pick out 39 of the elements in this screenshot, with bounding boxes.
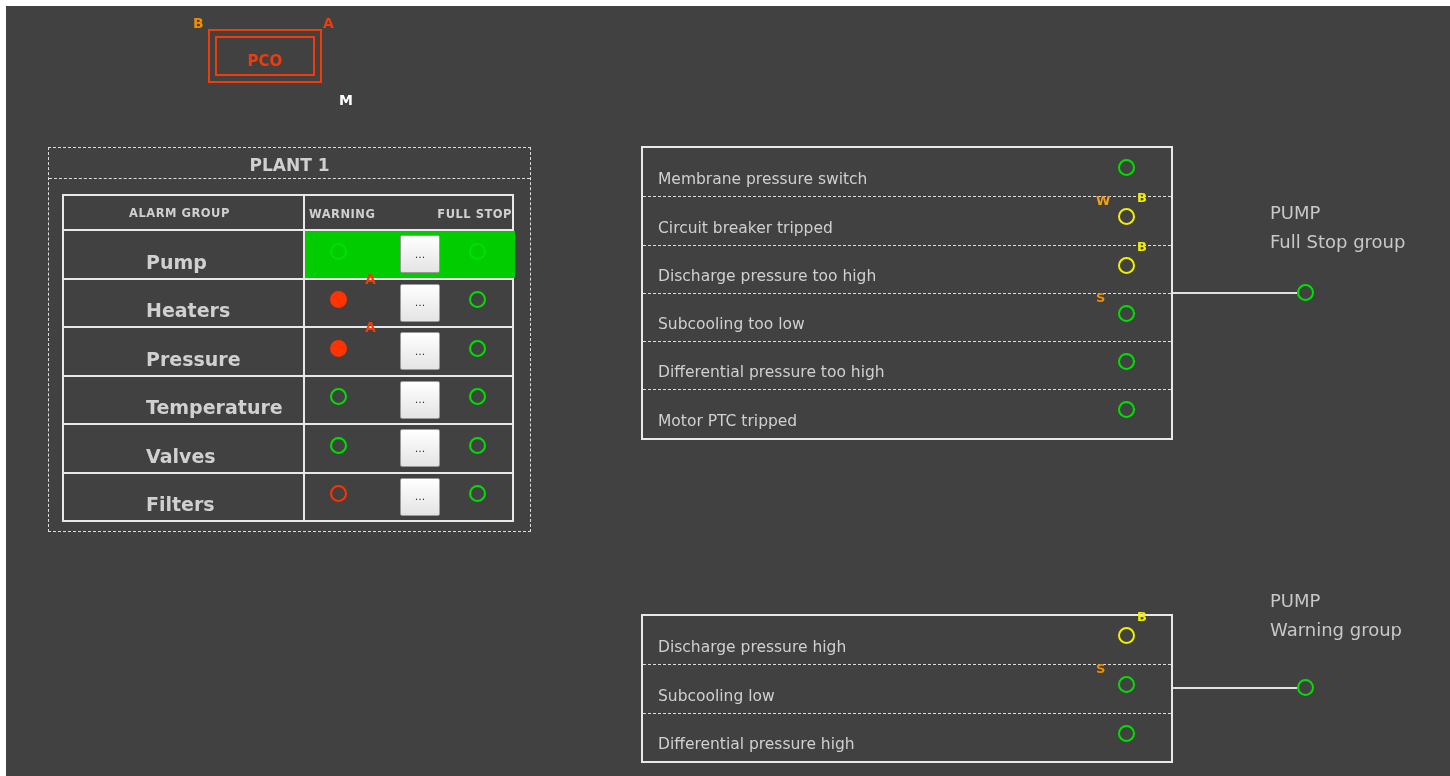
status-letter: S — [1096, 662, 1106, 676]
status-cell[interactable]: ... — [305, 376, 515, 423]
group-name: Heaters — [145, 299, 231, 323]
more-button[interactable]: ... — [400, 477, 440, 516]
column-header: ALARM GROUP — [129, 205, 230, 220]
alarm-label: Subcooling low — [657, 686, 775, 707]
more-button[interactable]: ... — [400, 429, 440, 468]
panel-title: PLANT 1 — [49, 148, 530, 179]
group-name: Pressure — [145, 347, 241, 372]
more-button[interactable]: ... — [400, 332, 440, 371]
group-title: Warning group — [1270, 619, 1402, 640]
group-name: Valves — [145, 444, 216, 469]
column-header: FULL STOP — [437, 207, 512, 221]
alarm-label: Membrane pressure switch — [657, 170, 868, 191]
alarm-label: Discharge pressure high — [657, 638, 847, 659]
alarm-label: Differential pressure too high — [657, 363, 885, 384]
alarm-label: Discharge pressure too high — [657, 266, 877, 287]
group-title: PUMP — [1270, 590, 1322, 611]
group-name: Temperature — [145, 396, 283, 420]
column-header: WARNING — [309, 207, 376, 221]
status-letter: B — [193, 16, 204, 30]
alarm-label: Motor PTC tripped — [657, 411, 798, 432]
pco-label: PCO — [215, 36, 315, 76]
status-cell[interactable]: ... — [305, 473, 515, 520]
status-letter: A — [323, 16, 334, 30]
more-button[interactable]: ... — [400, 283, 440, 322]
status-cell[interactable]: ... — [305, 425, 515, 472]
status-letter: M — [339, 93, 353, 107]
more-button[interactable]: ... — [400, 380, 440, 419]
group-title: Full Stop group — [1270, 231, 1406, 252]
group-name: Filters — [145, 493, 215, 517]
status-letter: S — [1096, 290, 1106, 304]
status-letter: W — [1096, 194, 1111, 208]
group-name: Pump — [145, 250, 207, 275]
alarm-label: Circuit breaker tripped — [657, 218, 833, 239]
alarm-label: Differential pressure high — [657, 734, 855, 755]
alarm-label: Subcooling too low — [657, 315, 805, 336]
group-title: PUMP — [1270, 202, 1322, 223]
more-button[interactable]: ... — [400, 235, 440, 274]
